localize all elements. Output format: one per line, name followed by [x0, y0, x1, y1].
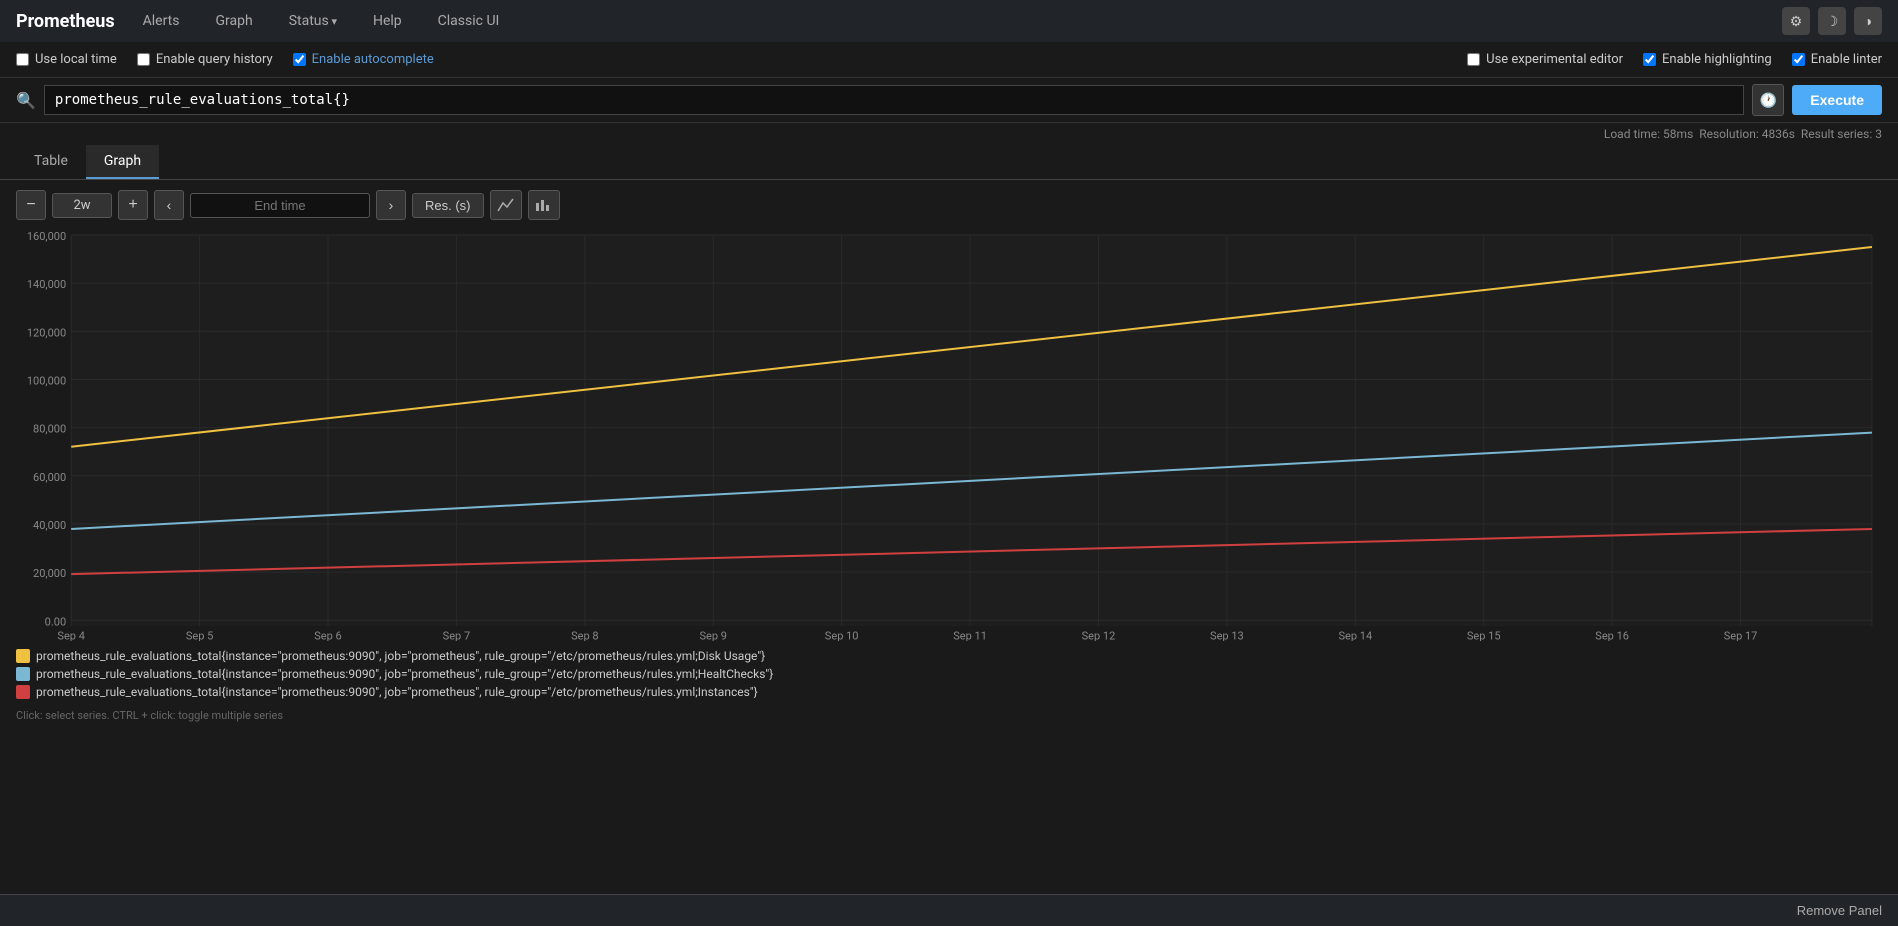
graph-controls: − 2w + ‹ › Res. (s) — [0, 180, 1898, 230]
options-bar: Use local time Enable query history Enab… — [0, 42, 1898, 78]
remove-panel-button[interactable]: Remove Panel — [1797, 903, 1882, 918]
time-range-display: 2w — [52, 193, 112, 218]
enable-query-history-label[interactable]: Enable query history — [137, 52, 273, 67]
use-local-time-label[interactable]: Use local time — [16, 52, 117, 67]
tab-graph[interactable]: Graph — [86, 145, 159, 179]
svg-text:Sep 13: Sep 13 — [1210, 629, 1244, 641]
svg-text:60,000: 60,000 — [33, 471, 66, 484]
svg-text:100,000: 100,000 — [27, 374, 66, 387]
legend-hint: Click: select series. CTRL + click: togg… — [0, 707, 1898, 730]
contrast-icon[interactable]: ◑ — [1854, 7, 1882, 35]
enable-highlighting-checkbox[interactable] — [1643, 53, 1656, 66]
increase-range-button[interactable]: + — [118, 190, 148, 220]
prev-time-button[interactable]: ‹ — [154, 190, 184, 220]
right-options: Use experimental editor Enable highlight… — [1467, 52, 1882, 67]
svg-text:Sep 17: Sep 17 — [1724, 629, 1758, 641]
load-time: Load time: 58ms — [1604, 127, 1693, 141]
tabs: Table Graph — [0, 145, 1898, 180]
legend-color-1 — [16, 649, 30, 663]
use-experimental-editor-checkbox[interactable] — [1467, 53, 1480, 66]
legend-label-1: prometheus_rule_evaluations_total{instan… — [36, 649, 765, 663]
svg-text:40,000: 40,000 — [33, 519, 66, 532]
legend: prometheus_rule_evaluations_total{instan… — [0, 641, 1898, 707]
nav-icons: ⚙ ☽ ◑ — [1782, 7, 1882, 35]
svg-text:Sep 15: Sep 15 — [1467, 629, 1501, 641]
svg-text:Sep 10: Sep 10 — [825, 629, 859, 641]
enable-linter-label[interactable]: Enable linter — [1792, 52, 1882, 67]
tab-table[interactable]: Table — [16, 145, 86, 179]
chart-area: 160,000 140,000 120,000 100,000 80,000 6… — [16, 230, 1882, 641]
enable-autocomplete-checkbox[interactable] — [293, 53, 306, 66]
legend-color-2 — [16, 667, 30, 681]
result-series: Result series: 3 — [1801, 127, 1882, 141]
svg-text:Sep 7: Sep 7 — [443, 629, 471, 641]
use-local-time-checkbox[interactable] — [16, 53, 29, 66]
execute-button[interactable]: Execute — [1792, 85, 1882, 115]
enable-query-history-checkbox[interactable] — [137, 53, 150, 66]
resolution-button[interactable]: Res. (s) — [412, 193, 484, 218]
use-experimental-editor-label[interactable]: Use experimental editor — [1467, 52, 1623, 67]
enable-autocomplete-label[interactable]: Enable autocomplete — [293, 52, 434, 67]
search-icon: 🔍 — [16, 91, 36, 110]
svg-text:Sep 4: Sep 4 — [57, 629, 85, 641]
status-bar: Load time: 58ms Resolution: 4836s Result… — [0, 123, 1898, 145]
next-time-button[interactable]: › — [376, 190, 406, 220]
svg-text:Sep 6: Sep 6 — [314, 629, 342, 641]
legend-item-1[interactable]: prometheus_rule_evaluations_total{instan… — [16, 649, 1882, 663]
enable-linter-checkbox[interactable] — [1792, 53, 1805, 66]
legend-item-3[interactable]: prometheus_rule_evaluations_total{instan… — [16, 685, 1882, 699]
chart-svg: 160,000 140,000 120,000 100,000 80,000 6… — [16, 230, 1882, 641]
moon-icon[interactable]: ☽ — [1818, 7, 1846, 35]
svg-text:Sep 16: Sep 16 — [1595, 629, 1629, 641]
gear-icon[interactable]: ⚙ — [1782, 7, 1810, 35]
legend-item-2[interactable]: prometheus_rule_evaluations_total{instan… — [16, 667, 1882, 681]
time-picker-button[interactable]: 🕐 — [1752, 84, 1784, 116]
nav-classic-ui[interactable]: Classic UI — [430, 9, 508, 33]
svg-text:140,000: 140,000 — [27, 278, 66, 291]
svg-text:120,000: 120,000 — [27, 326, 66, 339]
nav-help[interactable]: Help — [365, 9, 410, 33]
bottom-bar: Remove Panel — [0, 894, 1898, 926]
enable-highlighting-label[interactable]: Enable highlighting — [1643, 52, 1772, 67]
svg-text:Sep 11: Sep 11 — [953, 629, 987, 641]
legend-color-3 — [16, 685, 30, 699]
svg-text:80,000: 80,000 — [33, 423, 66, 436]
svg-text:Sep 5: Sep 5 — [186, 629, 214, 641]
nav-graph[interactable]: Graph — [207, 9, 260, 33]
nav-alerts[interactable]: Alerts — [135, 9, 188, 33]
resolution: Resolution: 4836s — [1699, 127, 1795, 141]
svg-text:Sep 9: Sep 9 — [699, 629, 727, 641]
svg-text:20,000: 20,000 — [33, 567, 66, 580]
navbar: Prometheus Alerts Graph Status Help Clas… — [0, 0, 1898, 42]
svg-text:Sep 12: Sep 12 — [1082, 629, 1116, 641]
nav-status[interactable]: Status — [281, 9, 345, 33]
svg-text:160,000: 160,000 — [27, 230, 66, 243]
bar-chart-button[interactable] — [528, 190, 560, 220]
search-bar: 🔍 🕐 Execute — [0, 78, 1898, 123]
svg-text:Sep 14: Sep 14 — [1338, 629, 1372, 641]
legend-label-3: prometheus_rule_evaluations_total{instan… — [36, 685, 758, 699]
end-time-input[interactable] — [190, 193, 370, 218]
decrease-range-button[interactable]: − — [16, 190, 46, 220]
svg-text:0.00: 0.00 — [45, 615, 66, 628]
legend-label-2: prometheus_rule_evaluations_total{instan… — [36, 667, 773, 681]
query-input[interactable] — [44, 85, 1744, 115]
svg-text:Sep 8: Sep 8 — [571, 629, 599, 641]
line-chart-button[interactable] — [490, 190, 522, 220]
brand: Prometheus — [16, 11, 115, 32]
